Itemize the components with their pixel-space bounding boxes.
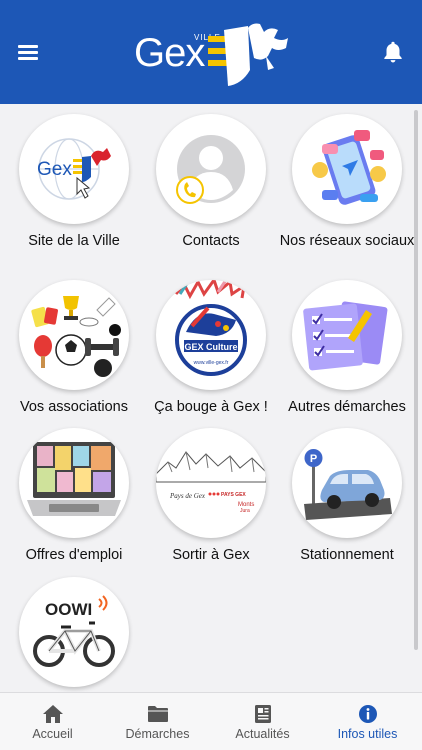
logo-gex-text: Gex bbox=[134, 31, 205, 75]
svg-text:Pays de Gex: Pays de Gex bbox=[169, 492, 206, 500]
culture-url: www.ville-gex.fr bbox=[194, 360, 229, 366]
parking-letter: P bbox=[310, 453, 317, 465]
laptop-job-offers-icon bbox=[27, 442, 121, 516]
culture-text: GEX Culture bbox=[184, 342, 237, 352]
tab-label: Démarches bbox=[125, 727, 190, 741]
pays-gex-text: PAYS GEX bbox=[221, 492, 246, 498]
mountains-pays-de-gex-icon: Pays de Gex PAYS GEX Monts Jura bbox=[156, 451, 266, 514]
tile-sortir-gex[interactable]: Pays de Gex PAYS GEX Monts Jura Sortir à… bbox=[143, 428, 279, 568]
associations-image bbox=[19, 280, 129, 390]
checklist-forms-icon bbox=[303, 301, 388, 371]
tile-oowi[interactable]: OOWI bbox=[6, 577, 142, 692]
tile-autres-demarches[interactable]: Autres démarches bbox=[279, 280, 415, 420]
newspaper-icon bbox=[255, 705, 271, 723]
tile-ca-bouge[interactable]: GEX Culture www.ville-gex.fr Ça bouge à … bbox=[143, 280, 279, 420]
tile-label: Offres d'emploi bbox=[25, 547, 123, 563]
tab-label: Accueil bbox=[32, 727, 73, 741]
tile-label: Sortir à Gex bbox=[172, 547, 250, 563]
tab-label: Infos utiles bbox=[337, 727, 398, 741]
oowi-image: OOWI bbox=[19, 577, 129, 687]
tab-infos-utiles[interactable]: Infos utiles bbox=[315, 693, 420, 750]
tile-offres-emploi[interactable]: Offres d'emploi bbox=[6, 428, 142, 568]
svg-text:Jura: Jura bbox=[240, 508, 250, 514]
tile-label: Site de la Ville bbox=[28, 233, 120, 249]
stationnement-image: P bbox=[292, 428, 402, 538]
reseaux-image bbox=[292, 114, 402, 224]
tile-site-ville[interactable]: Gex Site de la Ville bbox=[6, 114, 142, 254]
sortir-gex-image: Pays de Gex PAYS GEX Monts Jura bbox=[156, 428, 266, 538]
smartphone-social-icon bbox=[312, 130, 386, 205]
parking-car-icon: P bbox=[304, 449, 392, 520]
tile-associations[interactable]: Vos associations bbox=[6, 280, 142, 420]
home-icon bbox=[43, 705, 63, 723]
tile-reseaux-sociaux[interactable]: Nos réseaux sociaux bbox=[279, 114, 415, 254]
tile-stationnement[interactable]: P Stationnement bbox=[279, 428, 415, 568]
tiles-grid: Gex Site de la Ville Contacts Nos réseau… bbox=[0, 104, 422, 692]
autres-demarches-image bbox=[292, 280, 402, 390]
bell-icon[interactable] bbox=[380, 39, 406, 65]
sports-equipment-icon bbox=[31, 296, 121, 377]
tab-accueil[interactable]: Accueil bbox=[0, 693, 105, 750]
tile-label: Nos réseaux sociaux bbox=[279, 233, 415, 249]
folder-icon bbox=[148, 706, 168, 722]
oowi-bike-icon: OOWI bbox=[33, 595, 115, 667]
tile-label: Vos associations bbox=[19, 399, 128, 415]
hamburger-menu-icon[interactable] bbox=[18, 43, 40, 61]
oowi-text: OOWI bbox=[45, 600, 92, 619]
tab-actualites[interactable]: Actualités bbox=[210, 693, 315, 750]
tile-label: Autres démarches bbox=[288, 399, 406, 415]
site-ville-image: Gex bbox=[19, 114, 129, 224]
tile-label: Ça bouge à Gex ! bbox=[154, 399, 268, 415]
tile-contacts[interactable]: Contacts bbox=[143, 114, 279, 254]
tab-label: Actualités bbox=[235, 727, 290, 741]
tab-demarches[interactable]: Démarches bbox=[105, 693, 210, 750]
tile-label: Contacts bbox=[182, 233, 240, 249]
info-circle-icon bbox=[359, 705, 377, 723]
app-header: VILLE DE Gex bbox=[0, 0, 422, 104]
globe-gex-logo-icon: Gex bbox=[37, 138, 111, 200]
bottom-tab-bar: Accueil Démarches Actualités Infos utile… bbox=[0, 692, 422, 750]
gex-logo: VILLE DE Gex bbox=[134, 12, 294, 88]
svg-text:Gex: Gex bbox=[37, 159, 72, 180]
tile-label: Stationnement bbox=[300, 547, 394, 563]
scrollbar[interactable] bbox=[414, 110, 418, 650]
gex-culture-logo-icon: GEX Culture www.ville-gex.fr bbox=[174, 280, 247, 376]
gex-coat-of-arms-icon bbox=[208, 23, 288, 86]
ca-bouge-image: GEX Culture www.ville-gex.fr bbox=[156, 280, 266, 390]
contacts-image bbox=[156, 114, 266, 224]
person-phone-icon bbox=[176, 135, 245, 204]
offres-emploi-image bbox=[19, 428, 129, 538]
